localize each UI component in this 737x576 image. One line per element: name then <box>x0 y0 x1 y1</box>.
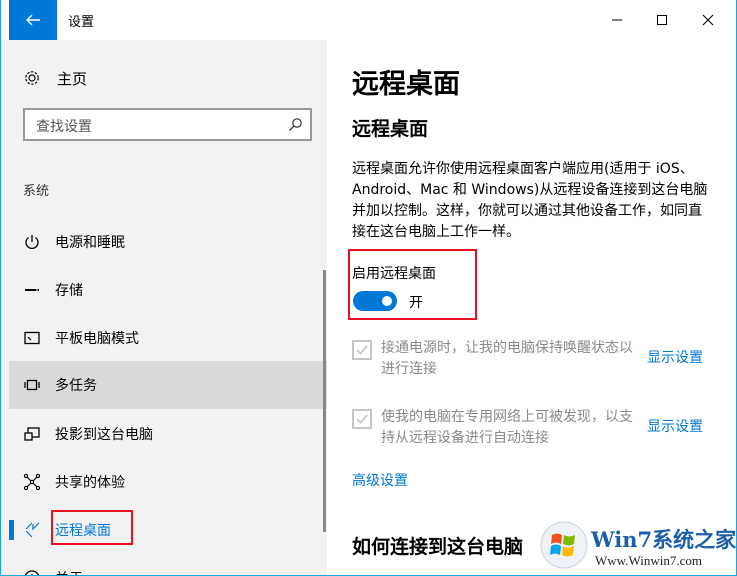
sidebar-item-tablet-mode[interactable]: 平板电脑模式 <box>9 314 327 362</box>
watermark-url: Www.Winwin7.com <box>595 553 702 568</box>
back-arrow-icon <box>26 14 40 26</box>
sidebar-item-label: 平板电脑模式 <box>55 331 139 347</box>
sidebar-item-label: 多任务 <box>55 378 97 394</box>
sidebar-section-label: 系统 <box>23 184 50 199</box>
window-title: 设置 <box>68 15 95 30</box>
windows-logo-icon <box>540 521 588 569</box>
selected-indicator <box>9 520 14 540</box>
advanced-settings-link[interactable]: 高级设置 <box>352 470 408 490</box>
sidebar-item-shared-experiences[interactable]: 共享的体验 <box>9 458 327 506</box>
sidebar-item-label: 电源和睡眠 <box>55 235 125 251</box>
sidebar-item-label: 关于 <box>55 568 83 575</box>
remote-desktop-nav-highlight-box <box>51 510 133 545</box>
discoverable-text: 使我的电脑在专用网络上可被发现，以支持从远程设备进行自动连接 <box>381 409 633 446</box>
remote-desktop-icon <box>25 522 40 538</box>
search-placeholder: 查找设置 <box>36 119 92 135</box>
minimize-icon <box>612 19 622 21</box>
nav-home-label: 主页 <box>57 69 88 88</box>
sidebar: 主页 查找设置 系统 电源和睡眠 存储 平板电脑模式 多任务 投影到这台电脑 共… <box>1 40 327 575</box>
checkmark-icon <box>356 414 368 424</box>
main-content: 远程桌面 远程桌面 远程桌面允许你使用远程桌面客户端应用(适用于 iOS、And… <box>327 40 736 575</box>
close-button[interactable] <box>685 0 731 40</box>
back-button[interactable] <box>9 0 57 40</box>
watermark: Win7系统之家 Www.Winwin7.com <box>539 520 737 575</box>
toggle-knob <box>382 296 392 306</box>
nav-home[interactable]: 主页 <box>23 67 87 89</box>
sidebar-item-label: 投影到这台电脑 <box>55 427 153 443</box>
sidebar-item-storage[interactable]: 存储 <box>9 266 327 314</box>
close-icon <box>702 14 714 26</box>
storage-icon <box>25 289 39 291</box>
power-icon <box>25 235 39 249</box>
show-settings-link[interactable]: 显示设置 <box>647 416 703 436</box>
remote-desktop-toggle[interactable] <box>353 291 397 311</box>
discoverable-checkbox[interactable] <box>352 409 372 429</box>
sidebar-item-projecting[interactable]: 投影到这台电脑 <box>9 410 327 458</box>
howto-connect-title: 如何连接到这台电脑 <box>352 536 524 558</box>
sidebar-item-label: 存储 <box>55 283 83 299</box>
about-icon <box>24 570 40 575</box>
description-text: 远程桌面允许你使用远程桌面客户端应用(适用于 iOS、Android、Mac 和… <box>352 161 708 240</box>
search-input[interactable]: 查找设置 <box>23 108 312 141</box>
show-settings-link[interactable]: 显示设置 <box>647 347 703 367</box>
minimize-button[interactable] <box>594 0 640 40</box>
toggle-state-text: 开 <box>409 295 423 311</box>
checkmark-icon <box>356 345 368 355</box>
shared-experiences-icon <box>23 473 41 491</box>
multitasking-icon <box>24 379 40 391</box>
keep-awake-checkbox[interactable] <box>352 340 372 360</box>
keep-awake-text: 接通电源时，让我的电脑保持唤醒状态以进行连接 <box>381 340 633 377</box>
maximize-icon <box>657 15 667 25</box>
remote-desktop-toggle-label: 启用远程桌面 <box>352 266 436 282</box>
search-icon <box>289 118 302 131</box>
sidebar-item-multitasking[interactable]: 多任务 <box>9 361 327 409</box>
sidebar-item-about[interactable]: 关于 <box>9 554 327 575</box>
projecting-icon <box>24 427 40 441</box>
sidebar-item-label: 共享的体验 <box>55 475 125 491</box>
tablet-mode-icon <box>24 331 40 345</box>
gear-icon <box>25 71 39 85</box>
maximize-button[interactable] <box>639 0 685 40</box>
section-title: 远程桌面 <box>352 118 429 140</box>
settings-window: 设置 主页 查找设置 系统 电源和睡眠 存储 平板电脑模式 多任务 投影到这台电… <box>0 0 737 576</box>
page-title: 远程桌面 <box>352 69 460 100</box>
watermark-title: Win7系统之家 <box>591 527 737 552</box>
sidebar-item-power-sleep[interactable]: 电源和睡眠 <box>9 218 327 266</box>
sidebar-scrollbar[interactable] <box>323 270 326 532</box>
title-bar: 设置 <box>1 0 736 40</box>
